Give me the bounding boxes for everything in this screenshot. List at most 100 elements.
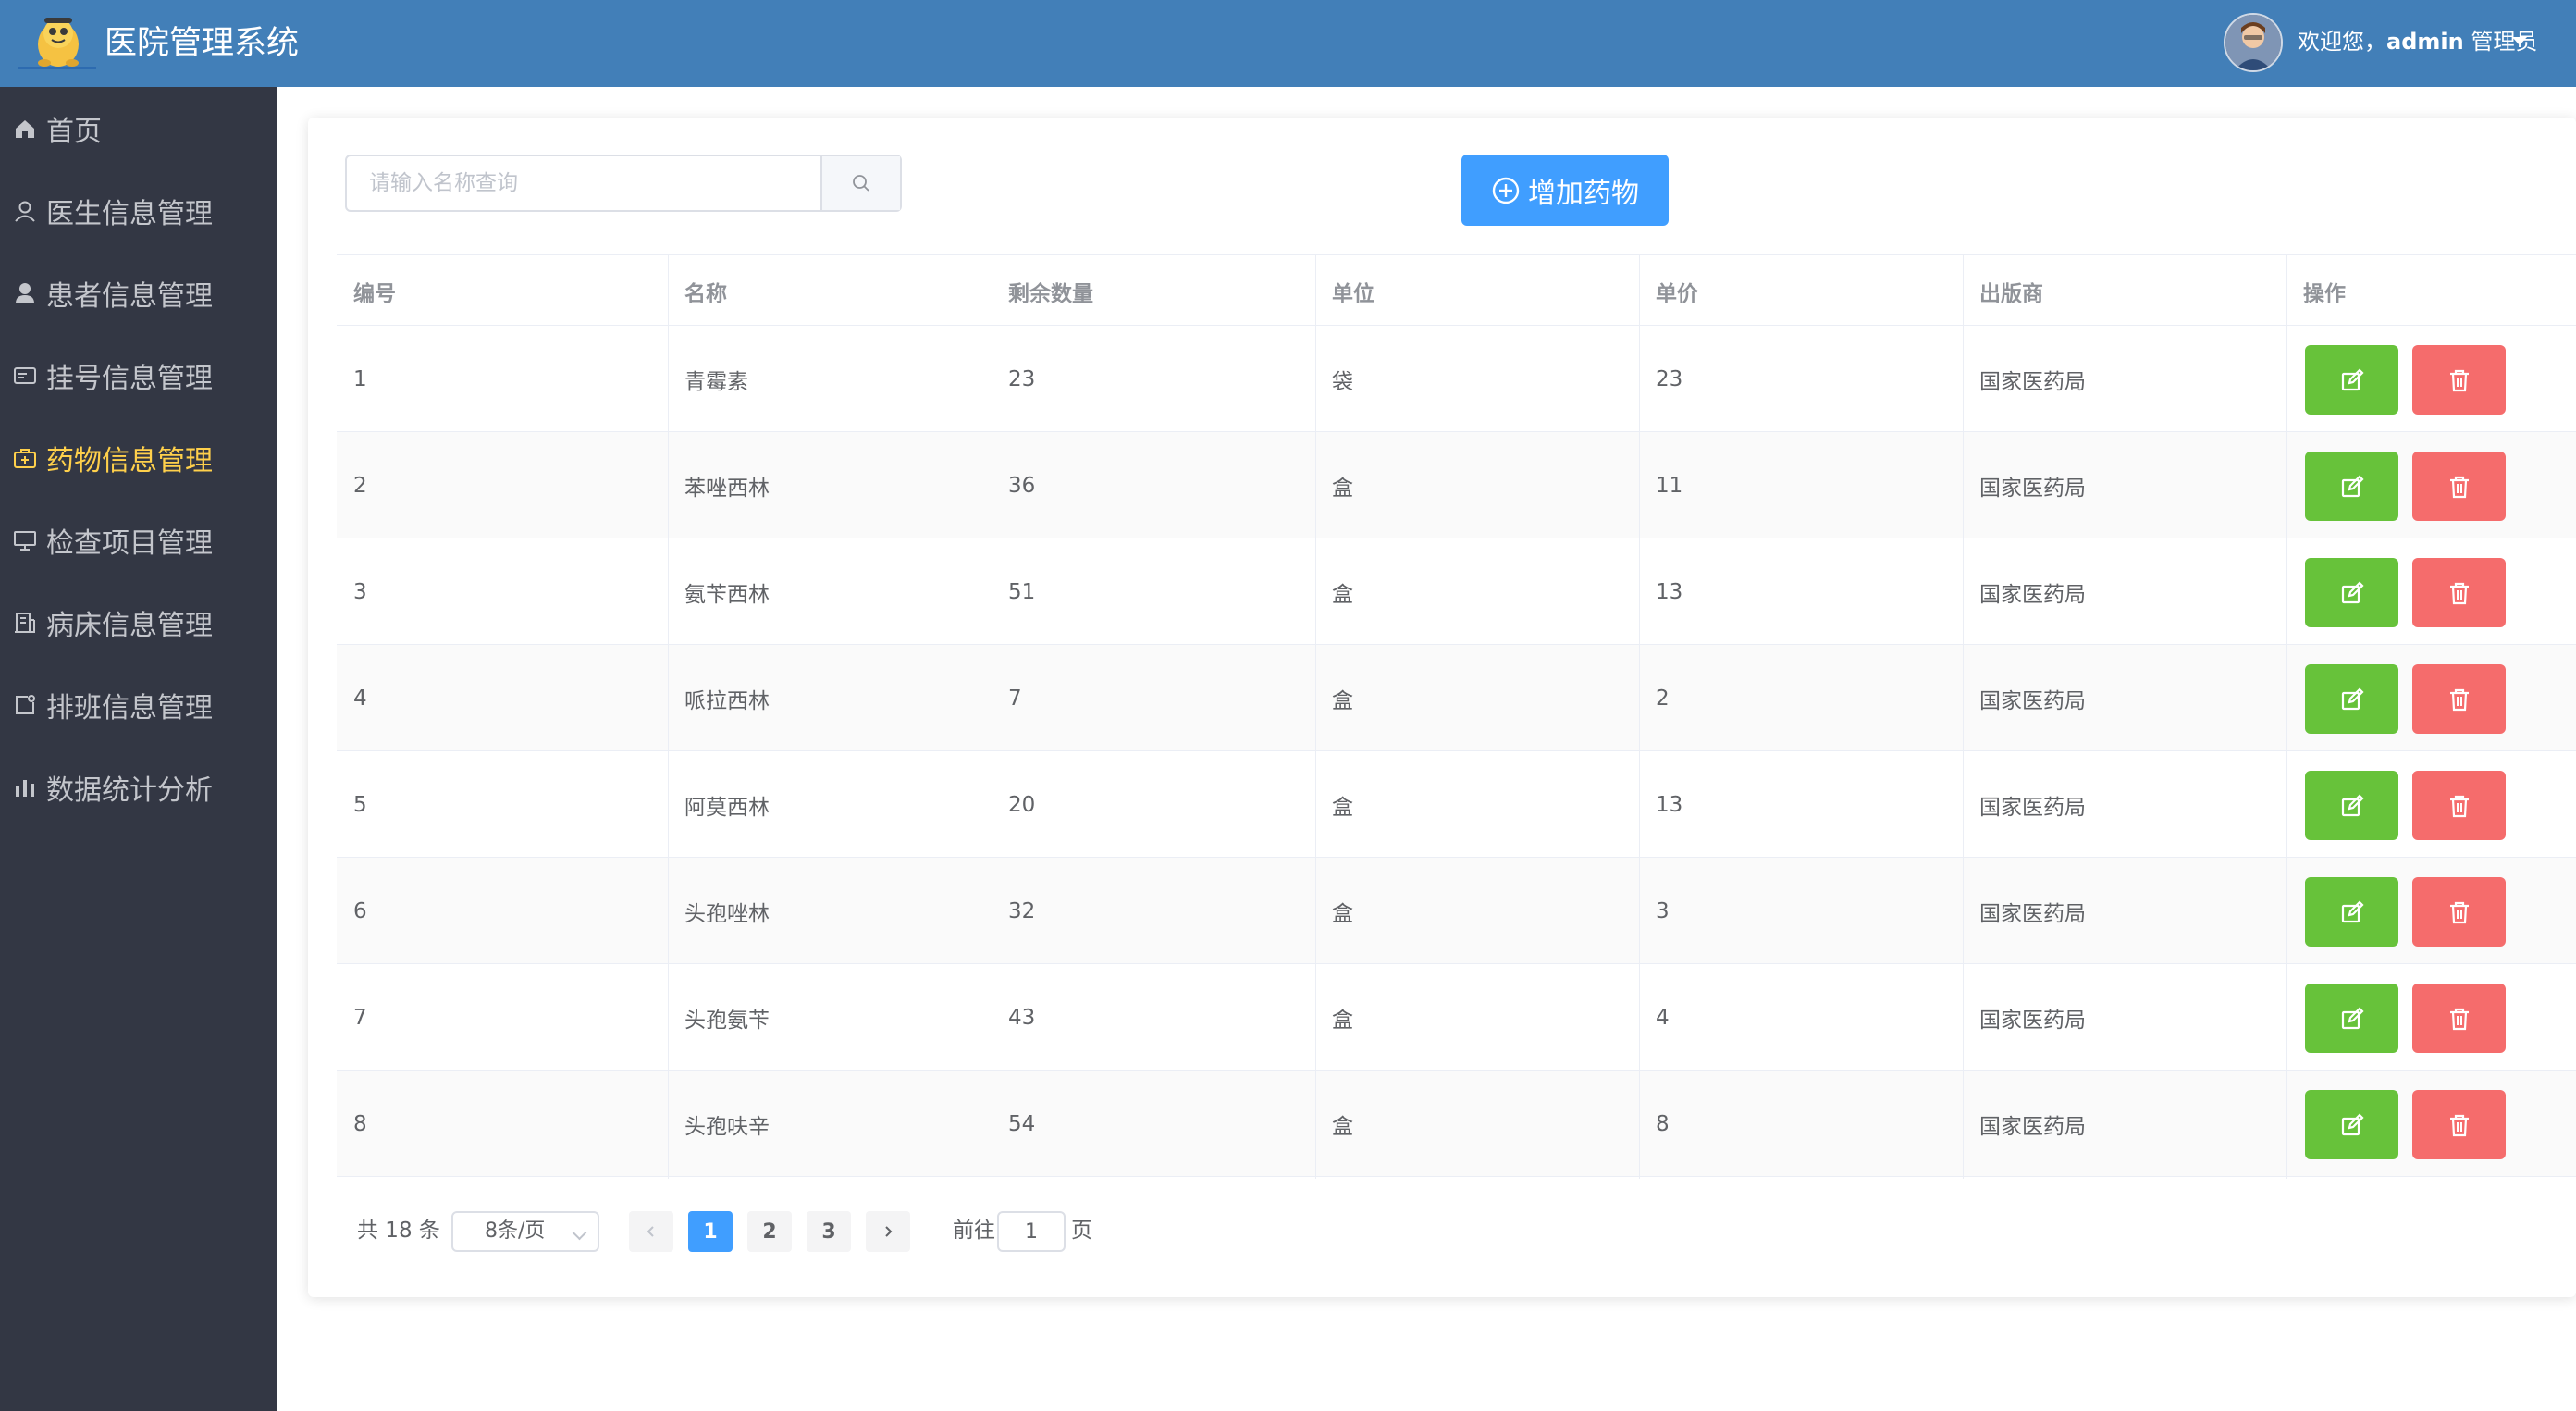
column-divider [1963,254,1964,1179]
cell-unit: 盒 [1332,688,1353,713]
cell-quantity: 51 [1008,579,1036,604]
cell-publisher: 国家医药局 [1979,369,2086,394]
delete-button[interactable] [2412,984,2506,1053]
prev-page-button[interactable] [629,1211,673,1252]
cell-price: 4 [1656,1005,1670,1030]
delete-button[interactable] [2412,771,2506,840]
search-button[interactable] [820,156,900,210]
edit-icon [2341,367,2364,390]
cell-id: 2 [353,473,367,498]
sidebar-item-medicine[interactable]: 药物信息管理 [0,416,277,499]
cell-price: 11 [1656,473,1683,498]
sidebar-item-home[interactable]: 首页 [0,87,277,169]
postcard-icon [13,364,37,388]
cell-publisher: 国家医药局 [1979,476,2086,501]
delete-button[interactable] [2412,452,2506,521]
table-row: 4 哌拉西林 7 盒 2 国家医药局 [337,645,2576,751]
cell-quantity: 20 [1008,792,1036,817]
sidebar-item-label: 医生信息管理 [46,197,213,230]
delete-icon [2449,1008,2469,1030]
sidebar-item-registration[interactable]: 挂号信息管理 [0,334,277,416]
bar-chart-icon [13,775,37,799]
sidebar-item-beds[interactable]: 病床信息管理 [0,581,277,663]
edit-button[interactable] [2305,345,2398,415]
cell-quantity: 7 [1008,686,1022,711]
pagination: 共 18 条 8条/页 1 2 3 前往 页 [337,1207,1632,1254]
cell-price: 13 [1656,579,1683,604]
delete-icon [2449,795,2469,817]
page-number-button[interactable]: 2 [747,1211,792,1252]
edit-icon [2341,899,2364,922]
edit-icon [2341,687,2364,710]
user-menu-trigger[interactable]: 欢迎您，admin 管理员 [2298,28,2537,56]
cell-publisher: 国家医药局 [1979,1008,2086,1033]
edit-icon [2341,1006,2364,1029]
cell-unit: 盒 [1332,582,1353,607]
add-medicine-button[interactable]: 增加药物 [1461,155,1669,226]
delete-icon [2449,688,2469,711]
cell-quantity: 54 [1008,1111,1036,1136]
column-header-actions: 操作 [2303,281,2346,306]
edit-button[interactable] [2305,877,2398,947]
cell-publisher: 国家医药局 [1979,901,2086,926]
edit-button[interactable] [2305,771,2398,840]
edit-button[interactable] [2305,984,2398,1053]
edit-button[interactable] [2305,664,2398,734]
delete-button[interactable] [2412,345,2506,415]
cell-quantity: 32 [1008,898,1036,923]
sidebar-item-patients[interactable]: 患者信息管理 [0,252,277,334]
username: admin [2386,29,2464,55]
edit-button[interactable] [2305,1090,2398,1159]
page-unit-label: 页 [1071,1219,1092,1243]
cell-name: 头孢呋辛 [684,1114,770,1139]
edit-icon [2341,1112,2364,1135]
edit-icon [2341,793,2364,816]
page-size-select[interactable]: 8条/页 [451,1211,599,1252]
sidebar-item-label: 挂号信息管理 [46,362,213,395]
column-header-name: 名称 [684,281,727,306]
delete-button[interactable] [2412,558,2506,627]
table-row: 2 苯唑西林 36 盒 11 国家医药局 [337,432,2576,538]
sidebar-item-statistics[interactable]: 数据统计分析 [0,746,277,828]
cell-id: 6 [353,898,367,923]
sidebar-item-doctors[interactable]: 医生信息管理 [0,169,277,252]
cell-id: 7 [353,1005,367,1030]
sidebar-item-label: 患者信息管理 [46,279,213,313]
column-divider [1639,254,1640,1179]
cell-name: 头孢氨苄 [684,1008,770,1033]
search-box [345,155,902,212]
delete-button[interactable] [2412,877,2506,947]
logo-underline [18,67,96,69]
delete-button[interactable] [2412,1090,2506,1159]
sidebar-item-label: 药物信息管理 [46,444,213,477]
chevron-down-icon [572,1225,587,1241]
sidebar-item-label: 排班信息管理 [46,691,213,724]
next-page-button[interactable] [866,1211,910,1252]
cell-unit: 盒 [1332,476,1353,501]
sidebar-item-scheduling[interactable]: 排班信息管理 [0,663,277,746]
user-avatar[interactable] [2224,13,2283,72]
sidebar-item-label: 数据统计分析 [46,774,213,807]
cell-price: 23 [1656,366,1683,391]
column-divider [1315,254,1316,1179]
cell-unit: 盒 [1332,901,1353,926]
cell-price: 3 [1656,898,1670,923]
goto-label: 前往 [953,1219,995,1243]
search-input[interactable] [347,156,820,210]
column-divider [2286,254,2287,1179]
edit-button[interactable] [2305,558,2398,627]
goto-page-input[interactable] [997,1211,1066,1252]
column-header-unit: 单位 [1332,281,1374,306]
page-number-button[interactable]: 3 [807,1211,851,1252]
home-icon [13,117,37,141]
delete-icon [2449,901,2469,923]
delete-button[interactable] [2412,664,2506,734]
sidebar-item-examinations[interactable]: 检查项目管理 [0,499,277,581]
add-button-label: 增加药物 [1528,177,1639,210]
edit-button[interactable] [2305,452,2398,521]
page-number-button[interactable]: 1 [688,1211,733,1252]
column-header-publisher: 出版商 [1979,281,2043,306]
monitor-icon [13,528,37,552]
caret-down-icon[interactable] [2512,37,2527,45]
search-icon [853,175,869,192]
